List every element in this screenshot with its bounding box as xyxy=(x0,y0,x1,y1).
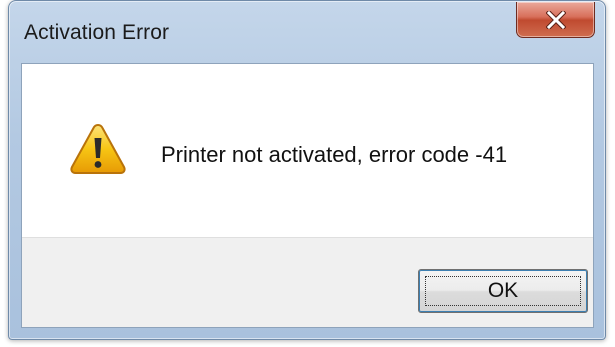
warning-icon xyxy=(68,122,128,176)
close-button[interactable] xyxy=(516,2,595,38)
ok-button[interactable]: OK xyxy=(418,269,588,313)
message-area: Printer not activated, error code -41 xyxy=(22,64,593,237)
button-bar: OK xyxy=(22,237,593,327)
title-bar[interactable]: Activation Error xyxy=(9,1,605,63)
ok-button-label: OK xyxy=(425,276,581,306)
dialog-window: Activation Error Printer not activated, … xyxy=(8,0,606,340)
close-icon xyxy=(545,10,566,29)
dialog-body: Printer not activated, error code -41 OK xyxy=(21,63,594,328)
dialog-title: Activation Error xyxy=(24,21,170,44)
error-message: Printer not activated, error code -41 xyxy=(161,142,508,167)
